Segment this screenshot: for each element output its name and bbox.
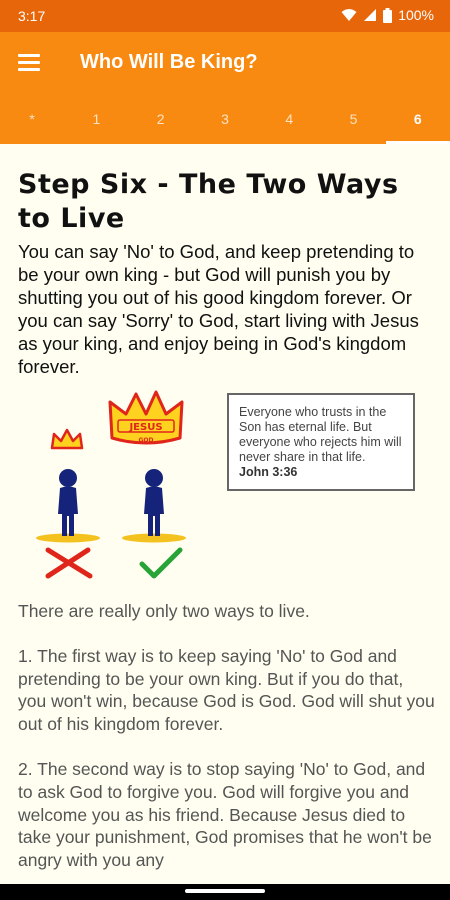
bible-verse-box: Everyone who trusts in the Son has etern… xyxy=(227,393,415,491)
step-content[interactable]: Step Six - The Two Ways to Live You can … xyxy=(0,144,450,884)
tab-step-4[interactable]: 4 xyxy=(257,94,321,144)
home-gesture-handle[interactable] xyxy=(185,889,265,893)
battery-icon xyxy=(383,7,393,23)
verse-text: Everyone who trusts in the Son has etern… xyxy=(239,405,402,464)
page-title: Step Six - The Two Ways to Live xyxy=(18,169,399,234)
step-tabs: * 1 2 3 4 5 6 xyxy=(0,94,450,144)
tab-step-1[interactable]: 1 xyxy=(64,94,128,144)
status-time: 3:17 xyxy=(18,8,46,24)
signal-icon xyxy=(364,9,377,21)
status-bar: 3:17 100% xyxy=(0,0,450,32)
body-text: There are really only two ways to live. … xyxy=(18,600,436,884)
jesus-crown-icon: JESUS GOD xyxy=(108,390,184,445)
paragraph: There are really only two ways to live. xyxy=(18,601,310,621)
system-nav-bar xyxy=(0,884,450,900)
crown-label-god: GOD xyxy=(138,437,153,444)
paragraph: 2. The second way is to stop saying 'No'… xyxy=(18,758,432,871)
verse-reference: John 3:36 xyxy=(239,465,298,479)
tab-step-2[interactable]: 2 xyxy=(129,94,193,144)
app-title: Who Will Be King? xyxy=(80,51,258,73)
tab-step-6[interactable]: 6 xyxy=(385,94,450,144)
battery-level: 100% xyxy=(398,7,434,23)
person-figure-right xyxy=(122,469,186,543)
tab-intro[interactable]: * xyxy=(0,94,64,144)
intro-text: You can say 'No' to God, and keep preten… xyxy=(18,241,419,377)
wrong-cross-icon xyxy=(45,547,93,579)
tab-step-3[interactable]: 3 xyxy=(193,94,257,144)
small-crown-icon xyxy=(50,428,84,450)
crown-label-jesus: JESUS xyxy=(128,422,162,433)
two-ways-illustration: JESUS GOD xyxy=(36,390,186,579)
wifi-icon xyxy=(341,9,357,21)
paragraph: 1. The first way is to keep saying 'No' … xyxy=(18,645,435,735)
app-bar: Who Will Be King? xyxy=(0,32,450,94)
menu-icon[interactable] xyxy=(18,51,42,75)
tab-step-5[interactable]: 5 xyxy=(321,94,385,144)
correct-check-icon xyxy=(139,547,183,579)
person-figure-left xyxy=(36,469,100,543)
status-icons: 100% xyxy=(341,7,434,23)
